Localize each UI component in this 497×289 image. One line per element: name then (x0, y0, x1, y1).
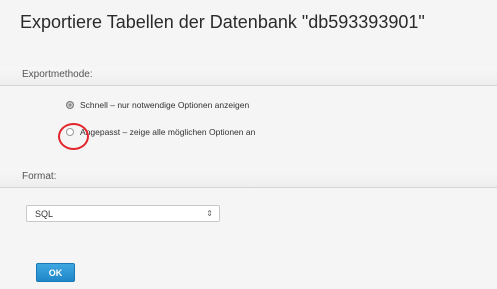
quick-option-label[interactable]: Schnell – nur notwendige Optionen anzeig… (80, 100, 249, 110)
format-select-value: SQL (35, 209, 54, 219)
format-select[interactable]: SQL ⇕ (26, 205, 220, 222)
format-label: Format: (22, 171, 57, 182)
format-section-header: Format: (0, 169, 497, 188)
export-method-custom-option[interactable]: Angepasst – zeige alle möglichen Optione… (66, 125, 255, 139)
select-arrows-icon: ⇕ (206, 209, 213, 218)
quick-radio-button[interactable] (66, 101, 74, 109)
ok-button[interactable]: OK (36, 263, 75, 282)
highlight-circle-annotation (58, 123, 89, 150)
page-title: Exportiere Tabellen der Datenbank "db593… (20, 12, 425, 32)
export-method-section-header: Exportmethode: (0, 67, 497, 86)
custom-option-label[interactable]: Angepasst – zeige alle möglichen Optione… (80, 127, 255, 137)
export-method-label: Exportmethode: (22, 69, 93, 80)
export-method-quick-option[interactable]: Schnell – nur notwendige Optionen anzeig… (66, 98, 249, 112)
